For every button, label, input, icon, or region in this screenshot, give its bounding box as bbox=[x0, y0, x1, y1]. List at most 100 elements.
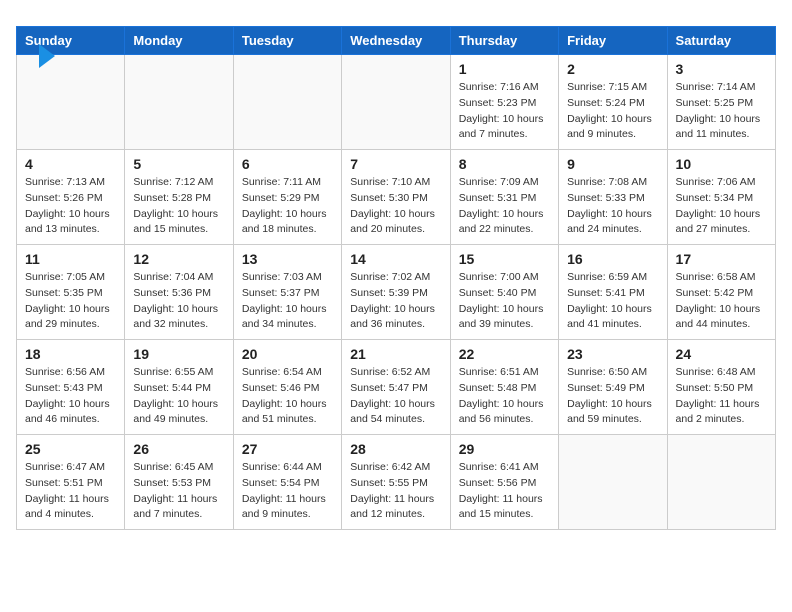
calendar-week-row: 1 Sunrise: 7:16 AMSunset: 5:23 PMDaylight… bbox=[17, 55, 776, 150]
day-number: 19 bbox=[133, 346, 224, 362]
day-number: 12 bbox=[133, 251, 224, 267]
day-info: Sunrise: 7:16 AMSunset: 5:23 PMDaylight:… bbox=[459, 80, 550, 143]
day-number: 13 bbox=[242, 251, 333, 267]
calendar-cell: 24 Sunrise: 6:48 AMSunset: 5:50 PMDayligh… bbox=[667, 340, 775, 435]
calendar-cell: 7 Sunrise: 7:10 AMSunset: 5:30 PMDaylight… bbox=[342, 150, 450, 245]
day-info: Sunrise: 6:54 AMSunset: 5:46 PMDaylight:… bbox=[242, 365, 333, 428]
day-info: Sunrise: 7:10 AMSunset: 5:30 PMDaylight:… bbox=[350, 175, 441, 238]
day-info: Sunrise: 7:15 AMSunset: 5:24 PMDaylight:… bbox=[567, 80, 658, 143]
day-info: Sunrise: 7:13 AMSunset: 5:26 PMDaylight:… bbox=[25, 175, 116, 238]
day-info: Sunrise: 7:14 AMSunset: 5:25 PMDaylight:… bbox=[676, 80, 767, 143]
calendar-cell: 6 Sunrise: 7:11 AMSunset: 5:29 PMDaylight… bbox=[233, 150, 341, 245]
calendar-cell bbox=[667, 435, 775, 530]
calendar-cell: 14Sunrise: 7:02 AMSunset: 5:39 PMDayligh… bbox=[342, 245, 450, 340]
calendar-cell: 4 Sunrise: 7:13 AMSunset: 5:26 PMDaylight… bbox=[17, 150, 125, 245]
day-number: 5 bbox=[133, 156, 224, 172]
calendar-cell: 5 Sunrise: 7:12 AMSunset: 5:28 PMDaylight… bbox=[125, 150, 233, 245]
day-info: Sunrise: 6:59 AMSunset: 5:41 PMDaylight:… bbox=[567, 270, 658, 333]
day-number: 14 bbox=[350, 251, 441, 267]
day-number: 21 bbox=[350, 346, 441, 362]
calendar-cell: 27 Sunrise: 6:44 AMSunset: 5:54 PMDayligh… bbox=[233, 435, 341, 530]
day-info: Sunrise: 6:48 AMSunset: 5:50 PMDaylight:… bbox=[676, 365, 767, 428]
day-info: Sunrise: 6:44 AMSunset: 5:54 PMDaylight:… bbox=[242, 460, 333, 523]
day-info: Sunrise: 6:41 AMSunset: 5:56 PMDaylight:… bbox=[459, 460, 550, 523]
day-number: 6 bbox=[242, 156, 333, 172]
day-info: Sunrise: 7:00 AMSunset: 5:40 PMDaylight:… bbox=[459, 270, 550, 333]
calendar-cell: 16 Sunrise: 6:59 AMSunset: 5:41 PMDayligh… bbox=[559, 245, 667, 340]
calendar-cell bbox=[17, 55, 125, 150]
day-number: 7 bbox=[350, 156, 441, 172]
day-info: Sunrise: 6:42 AMSunset: 5:55 PMDaylight:… bbox=[350, 460, 441, 523]
day-info: Sunrise: 6:51 AMSunset: 5:48 PMDaylight:… bbox=[459, 365, 550, 428]
calendar-cell bbox=[125, 55, 233, 150]
day-info: Sunrise: 7:06 AMSunset: 5:34 PMDaylight:… bbox=[676, 175, 767, 238]
day-number: 10 bbox=[676, 156, 767, 172]
calendar-cell: 20 Sunrise: 6:54 AMSunset: 5:46 PMDayligh… bbox=[233, 340, 341, 435]
day-info: Sunrise: 7:08 AMSunset: 5:33 PMDaylight:… bbox=[567, 175, 658, 238]
day-number: 25 bbox=[25, 441, 116, 457]
day-header-wednesday: Wednesday bbox=[342, 27, 450, 55]
day-info: Sunrise: 7:11 AMSunset: 5:29 PMDaylight:… bbox=[242, 175, 333, 238]
day-number: 15 bbox=[459, 251, 550, 267]
calendar-cell: 26 Sunrise: 6:45 AMSunset: 5:53 PMDayligh… bbox=[125, 435, 233, 530]
calendar-week-row: 25Sunrise: 6:47 AMSunset: 5:51 PMDayligh… bbox=[17, 435, 776, 530]
calendar-cell: 2 Sunrise: 7:15 AMSunset: 5:24 PMDaylight… bbox=[559, 55, 667, 150]
day-header-tuesday: Tuesday bbox=[233, 27, 341, 55]
day-number: 20 bbox=[242, 346, 333, 362]
day-header-monday: Monday bbox=[125, 27, 233, 55]
day-info: Sunrise: 6:56 AMSunset: 5:43 PMDaylight:… bbox=[25, 365, 116, 428]
calendar-week-row: 18 Sunrise: 6:56 AMSunset: 5:43 PMDayligh… bbox=[17, 340, 776, 435]
day-number: 11 bbox=[25, 251, 116, 267]
calendar-cell: 10 Sunrise: 7:06 AMSunset: 5:34 PMDayligh… bbox=[667, 150, 775, 245]
calendar-week-row: 4 Sunrise: 7:13 AMSunset: 5:26 PMDaylight… bbox=[17, 150, 776, 245]
day-header-friday: Friday bbox=[559, 27, 667, 55]
day-number: 4 bbox=[25, 156, 116, 172]
logo-arrow-icon bbox=[39, 44, 55, 68]
calendar-cell: 22 Sunrise: 6:51 AMSunset: 5:48 PMDayligh… bbox=[450, 340, 558, 435]
calendar-cell: 21 Sunrise: 6:52 AMSunset: 5:47 PMDayligh… bbox=[342, 340, 450, 435]
calendar-cell: 15 Sunrise: 7:00 AMSunset: 5:40 PMDayligh… bbox=[450, 245, 558, 340]
calendar-cell: 9 Sunrise: 7:08 AMSunset: 5:33 PMDaylight… bbox=[559, 150, 667, 245]
calendar-cell: 23 Sunrise: 6:50 AMSunset: 5:49 PMDayligh… bbox=[559, 340, 667, 435]
calendar-table: SundayMondayTuesdayWednesdayThursdayFrid… bbox=[16, 26, 776, 530]
day-info: Sunrise: 7:04 AMSunset: 5:36 PMDaylight:… bbox=[133, 270, 224, 333]
calendar-cell bbox=[342, 55, 450, 150]
day-info: Sunrise: 6:58 AMSunset: 5:42 PMDaylight:… bbox=[676, 270, 767, 333]
day-number: 1 bbox=[459, 61, 550, 77]
calendar-cell: 19 Sunrise: 6:55 AMSunset: 5:44 PMDayligh… bbox=[125, 340, 233, 435]
day-info: Sunrise: 7:12 AMSunset: 5:28 PMDaylight:… bbox=[133, 175, 224, 238]
day-number: 3 bbox=[676, 61, 767, 77]
day-info: Sunrise: 7:09 AMSunset: 5:31 PMDaylight:… bbox=[459, 175, 550, 238]
day-info: Sunrise: 7:03 AMSunset: 5:37 PMDaylight:… bbox=[242, 270, 333, 333]
day-number: 2 bbox=[567, 61, 658, 77]
calendar-cell bbox=[559, 435, 667, 530]
day-number: 17 bbox=[676, 251, 767, 267]
day-number: 22 bbox=[459, 346, 550, 362]
day-number: 28 bbox=[350, 441, 441, 457]
day-header-saturday: Saturday bbox=[667, 27, 775, 55]
calendar-cell: 11 Sunrise: 7:05 AMSunset: 5:35 PMDayligh… bbox=[17, 245, 125, 340]
day-info: Sunrise: 7:05 AMSunset: 5:35 PMDaylight:… bbox=[25, 270, 116, 333]
calendar-cell: 13 Sunrise: 7:03 AMSunset: 5:37 PMDayligh… bbox=[233, 245, 341, 340]
calendar-cell: 28 Sunrise: 6:42 AMSunset: 5:55 PMDayligh… bbox=[342, 435, 450, 530]
calendar-cell: 8 Sunrise: 7:09 AMSunset: 5:31 PMDaylight… bbox=[450, 150, 558, 245]
day-number: 9 bbox=[567, 156, 658, 172]
day-number: 8 bbox=[459, 156, 550, 172]
calendar-cell: 25Sunrise: 6:47 AMSunset: 5:51 PMDayligh… bbox=[17, 435, 125, 530]
day-number: 24 bbox=[676, 346, 767, 362]
day-number: 18 bbox=[25, 346, 116, 362]
day-info: Sunrise: 6:50 AMSunset: 5:49 PMDaylight:… bbox=[567, 365, 658, 428]
day-number: 26 bbox=[133, 441, 224, 457]
day-number: 27 bbox=[242, 441, 333, 457]
day-header-thursday: Thursday bbox=[450, 27, 558, 55]
logo bbox=[32, 42, 55, 68]
calendar-week-row: 11 Sunrise: 7:05 AMSunset: 5:35 PMDayligh… bbox=[17, 245, 776, 340]
day-number: 16 bbox=[567, 251, 658, 267]
day-number: 23 bbox=[567, 346, 658, 362]
day-info: Sunrise: 6:55 AMSunset: 5:44 PMDaylight:… bbox=[133, 365, 224, 428]
calendar-cell: 1 Sunrise: 7:16 AMSunset: 5:23 PMDaylight… bbox=[450, 55, 558, 150]
calendar-cell: 17 Sunrise: 6:58 AMSunset: 5:42 PMDayligh… bbox=[667, 245, 775, 340]
day-info: Sunrise: 6:45 AMSunset: 5:53 PMDaylight:… bbox=[133, 460, 224, 523]
calendar-cell bbox=[233, 55, 341, 150]
day-info: Sunrise: 6:52 AMSunset: 5:47 PMDaylight:… bbox=[350, 365, 441, 428]
